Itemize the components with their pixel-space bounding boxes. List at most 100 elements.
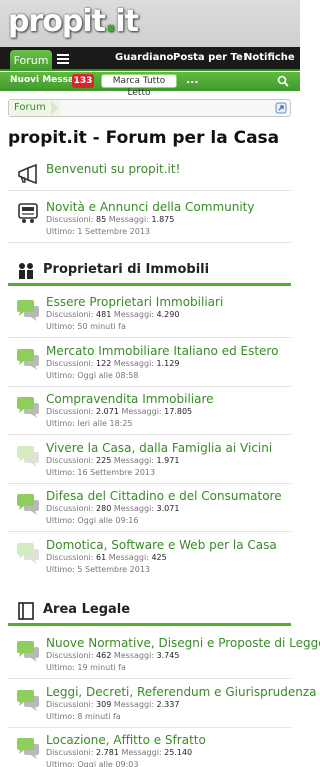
- last-post[interactable]: Ultimo: Oggi alle 08:58: [46, 371, 138, 380]
- discussions-count: 309: [96, 700, 112, 709]
- divider: [8, 531, 291, 532]
- search-icon[interactable]: [277, 75, 289, 87]
- discussions-label: Discussioni:: [46, 748, 94, 757]
- divider: [8, 190, 291, 191]
- messages-count: 2.337: [156, 700, 180, 709]
- more-menu-button[interactable]: ...: [186, 73, 199, 86]
- divider: [8, 337, 291, 338]
- messages-count: 3.745: [156, 651, 180, 660]
- new-messages-count-badge[interactable]: 133: [72, 74, 94, 88]
- messages-count: 3.071: [156, 504, 180, 513]
- category-underline: [8, 623, 291, 626]
- messages-count: 4.290: [156, 310, 180, 319]
- discussions-label: Discussioni:: [46, 310, 94, 319]
- main-navigation: Forum Guardiano Posta per Te! Notifiche: [0, 47, 300, 71]
- book-icon: [18, 602, 34, 620]
- discussions-count: 85: [96, 215, 107, 224]
- nav-link-guardiano[interactable]: Guardiano: [115, 52, 173, 63]
- site-logo[interactable]: propit.it: [8, 4, 139, 39]
- last-post[interactable]: Ultimo: Oggi alle 09:03: [46, 760, 138, 767]
- category-title[interactable]: Area Legale: [43, 602, 130, 617]
- messages-count: 425: [151, 553, 167, 562]
- forum-stats: Discussioni: 280 Messaggi: 3.071: [46, 504, 179, 513]
- divider: [8, 678, 291, 679]
- forum-title-welcome[interactable]: Benvenuti su propit.it!: [46, 162, 180, 176]
- messages-label: Messaggi:: [121, 407, 162, 416]
- forum-stats: Discussioni: 85 Messaggi: 1.875: [46, 215, 174, 224]
- last-post[interactable]: Ultimo: 5 Settembre 2013: [46, 565, 150, 574]
- megaphone-icon: [18, 163, 37, 185]
- tab-forum[interactable]: Forum: [10, 50, 52, 71]
- last-post[interactable]: Ultimo: 1 Settembre 2013: [46, 227, 150, 236]
- discussions-count: 280: [96, 504, 112, 513]
- messages-label: Messaggi:: [113, 651, 154, 660]
- discussions-count: 61: [96, 553, 107, 562]
- messages-count: 1.875: [151, 215, 175, 224]
- forum-title[interactable]: Essere Proprietari Immobiliari: [46, 295, 223, 309]
- forum-stats: Discussioni: 481 Messaggi: 4.290: [46, 310, 179, 319]
- logo-main: propit: [8, 4, 106, 39]
- discussions-count: 462: [96, 651, 112, 660]
- divider: [8, 386, 291, 387]
- discussions-count: 481: [96, 310, 112, 319]
- forum-title[interactable]: Nuove Normative, Disegni e Proposte di L…: [46, 636, 320, 650]
- forum-title[interactable]: Vivere la Casa, dalla Famiglia ai Vicini: [46, 441, 272, 455]
- forum-title[interactable]: Locazione, Affitto e Sfratto: [46, 733, 206, 747]
- messages-label: Messaggi:: [113, 700, 154, 709]
- messages-label: Messaggi:: [121, 748, 162, 757]
- discussions-label: Discussioni:: [46, 456, 94, 465]
- breadcrumb: Forum: [8, 99, 291, 117]
- last-post[interactable]: Ultimo: 16 Settembre 2013: [46, 468, 155, 477]
- last-post[interactable]: Ultimo: 19 minuti fa: [46, 663, 126, 672]
- forum-title[interactable]: Compravendita Immobiliare: [46, 392, 214, 406]
- last-post[interactable]: Ultimo: 50 minuti fa: [46, 322, 126, 331]
- header-logo-area: propit.it: [0, 0, 300, 47]
- sub-navigation: Nuovi Messaggi 133 Marca Tutto Letto ...: [0, 72, 300, 98]
- discussions-count: 2.071: [96, 407, 119, 416]
- forum-bubble-icon: [15, 687, 41, 713]
- last-post[interactable]: Ultimo: Oggi alle 09:16: [46, 516, 138, 525]
- page-title: propit.it - Forum per la Casa: [8, 128, 280, 148]
- messages-label: Messaggi:: [108, 215, 149, 224]
- forum-stats: Discussioni: 61 Messaggi: 425: [46, 553, 167, 562]
- last-post[interactable]: Ultimo: 8 minuti fa: [46, 712, 121, 721]
- news-icon: [18, 203, 38, 223]
- discussions-label: Discussioni:: [46, 407, 94, 416]
- forum-stats: Discussioni: 309 Messaggi: 2.337: [46, 700, 179, 709]
- divider: [8, 727, 291, 728]
- messages-count: 17.805: [164, 407, 193, 416]
- messages-count: 25.140: [164, 748, 193, 757]
- messages-count: 1.129: [156, 359, 180, 368]
- category-title[interactable]: Proprietari di Immobili: [43, 262, 209, 277]
- forum-title[interactable]: Leggi, Decreti, Referendum e Giurisprude…: [46, 685, 317, 699]
- forum-title[interactable]: Domotica, Software e Web per la Casa: [46, 538, 277, 552]
- jump-to-icon[interactable]: [275, 102, 287, 114]
- messages-label: Messaggi:: [113, 456, 154, 465]
- last-post[interactable]: Ultimo: Ieri alle 18:25: [46, 419, 133, 428]
- forum-stats: Discussioni: 225 Messaggi: 1.971: [46, 456, 179, 465]
- discussions-label: Discussioni:: [46, 651, 94, 660]
- forum-bubble-icon: [15, 443, 41, 469]
- hamburger-menu-icon[interactable]: [57, 54, 69, 64]
- forum-stats: Discussioni: 2.781 Messaggi: 25.140: [46, 748, 192, 757]
- messages-label: Messaggi:: [108, 553, 149, 562]
- mark-all-read-button[interactable]: Marca Tutto Letto: [101, 74, 177, 98]
- discussions-label: Discussioni:: [46, 700, 94, 709]
- category-header-proprietari[interactable]: Proprietari di Immobili: [8, 258, 291, 286]
- discussions-label: Discussioni:: [46, 215, 94, 224]
- forum-bubble-icon: [15, 394, 41, 420]
- forum-bubble-icon: [15, 638, 41, 664]
- forum-title[interactable]: Mercato Immobiliare Italiano ed Estero: [46, 344, 278, 358]
- discussions-count: 122: [96, 359, 112, 368]
- nav-link-posta[interactable]: Posta per Te!: [173, 52, 247, 63]
- discussions-label: Discussioni:: [46, 553, 94, 562]
- forum-bubble-icon: [15, 540, 41, 566]
- forum-stats: Discussioni: 462 Messaggi: 3.745: [46, 651, 179, 660]
- category-header-area-legale[interactable]: Area Legale: [8, 598, 291, 626]
- forum-title[interactable]: Difesa del Cittadino e del Consumatore: [46, 489, 282, 503]
- logo-dot: .: [104, 4, 116, 39]
- forum-stats: Discussioni: 2.071 Messaggi: 17.805: [46, 407, 192, 416]
- nav-link-notifiche[interactable]: Notifiche: [244, 52, 295, 63]
- forum-title-news[interactable]: Novità e Annunci della Community: [46, 200, 255, 214]
- discussions-count: 225: [96, 456, 112, 465]
